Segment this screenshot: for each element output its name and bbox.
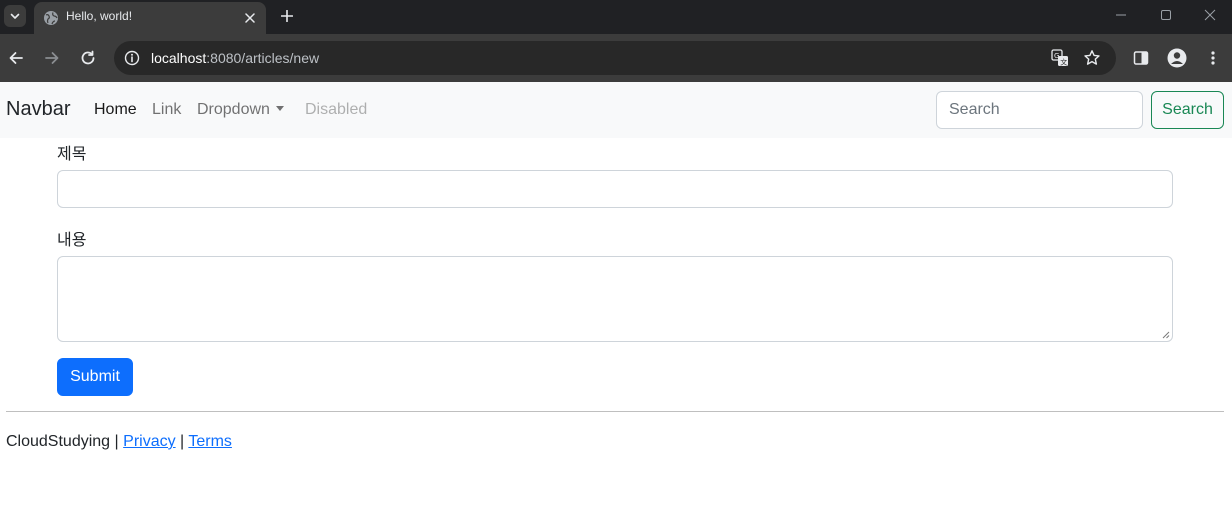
footer-separator: | bbox=[180, 433, 185, 450]
maximize-button[interactable] bbox=[1144, 0, 1188, 30]
close-icon bbox=[245, 13, 255, 23]
navbar-brand[interactable]: Navbar bbox=[6, 98, 70, 121]
nav-link-link[interactable]: Link bbox=[152, 101, 181, 119]
bookmark-button[interactable] bbox=[1080, 46, 1104, 70]
tab-title: Hello, world! bbox=[66, 9, 133, 23]
url-path: :8080/articles/new bbox=[206, 50, 320, 66]
search-input[interactable] bbox=[936, 91, 1143, 129]
footer-separator: | bbox=[114, 433, 119, 450]
search-button[interactable]: Search bbox=[1151, 91, 1224, 129]
caret-down-icon bbox=[275, 106, 284, 111]
nav-dropdown-toggle[interactable]: Dropdown bbox=[197, 101, 284, 119]
privacy-link[interactable]: Privacy bbox=[123, 433, 175, 450]
svg-text:文: 文 bbox=[1060, 57, 1067, 66]
nav-link-home[interactable]: Home bbox=[94, 101, 137, 119]
star-icon bbox=[1084, 50, 1100, 65]
nav-link-disabled: Disabled bbox=[305, 101, 368, 118]
arrow-left-icon bbox=[9, 52, 23, 64]
content-textarea[interactable] bbox=[57, 256, 1173, 342]
translate-icon: G文 bbox=[1051, 49, 1068, 66]
maximize-icon bbox=[1161, 10, 1171, 20]
profile-button[interactable] bbox=[1165, 46, 1189, 70]
side-panel-icon bbox=[1133, 51, 1149, 65]
site-info-button[interactable] bbox=[120, 46, 144, 70]
browser-tab-strip: Hello, world! bbox=[0, 0, 1232, 34]
side-panel-button[interactable] bbox=[1129, 46, 1153, 70]
plus-icon bbox=[281, 10, 293, 22]
title-label: 제목 bbox=[57, 146, 87, 163]
minimize-icon bbox=[1116, 14, 1126, 16]
title-input[interactable] bbox=[57, 170, 1173, 208]
window-close-button[interactable] bbox=[1188, 0, 1232, 30]
browser-tab[interactable]: Hello, world! bbox=[34, 2, 266, 34]
reload-button[interactable] bbox=[76, 46, 100, 70]
nav-dropdown-label: Dropdown bbox=[197, 101, 270, 118]
footer-divider bbox=[6, 411, 1224, 412]
url-host: localhost bbox=[151, 50, 207, 66]
page-content: Navbar Home Link Dropdown Disabled Searc… bbox=[0, 82, 1232, 508]
footer: CloudStudying | Privacy | Terms bbox=[6, 433, 232, 451]
info-icon bbox=[124, 50, 140, 66]
forward-button[interactable] bbox=[40, 46, 64, 70]
terms-link[interactable]: Terms bbox=[188, 433, 232, 450]
content-label: 내용 bbox=[57, 232, 87, 249]
kebab-menu-icon bbox=[1211, 51, 1215, 65]
submit-button[interactable]: Submit bbox=[57, 358, 133, 396]
navbar: Navbar Home Link Dropdown Disabled Searc… bbox=[0, 82, 1232, 138]
new-tab-button[interactable] bbox=[276, 5, 298, 27]
url-text: localhost:8080/articles/new bbox=[151, 50, 319, 66]
translate-button[interactable]: G文 bbox=[1048, 46, 1072, 70]
tab-search-button[interactable] bbox=[4, 5, 26, 27]
close-icon bbox=[1204, 9, 1216, 21]
browser-toolbar: localhost:8080/articles/new G文 bbox=[0, 34, 1232, 82]
back-button[interactable] bbox=[4, 46, 28, 70]
globe-icon bbox=[44, 11, 58, 25]
browser-menu-button[interactable] bbox=[1201, 46, 1225, 70]
svg-text:G: G bbox=[1054, 52, 1059, 60]
resize-handle-icon[interactable] bbox=[1161, 330, 1170, 339]
reload-icon bbox=[81, 50, 95, 65]
tab-close-button[interactable] bbox=[240, 8, 260, 28]
footer-company: CloudStudying bbox=[6, 433, 111, 450]
minimize-button[interactable] bbox=[1099, 0, 1143, 30]
chevron-down-icon bbox=[10, 13, 20, 19]
address-bar[interactable]: localhost:8080/articles/new G文 bbox=[114, 41, 1116, 75]
person-icon bbox=[1167, 48, 1187, 68]
arrow-right-icon bbox=[45, 52, 59, 64]
